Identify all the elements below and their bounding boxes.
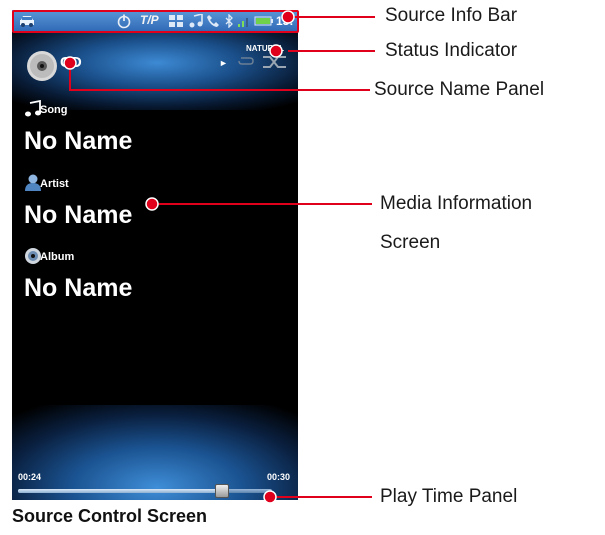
callout-media-information: Media Information <box>380 193 533 214</box>
figure-caption: Source Control Screen <box>12 506 208 526</box>
callout-source-name-panel: Source Name Panel <box>374 79 545 100</box>
callout-status-indicator: Status Indicator <box>385 40 518 61</box>
callout-media-information-screen: Screen <box>380 232 441 253</box>
callout-source-info-bar: Source Info Bar <box>385 5 518 26</box>
callout-play-time-panel: Play Time Panel <box>380 486 518 507</box>
